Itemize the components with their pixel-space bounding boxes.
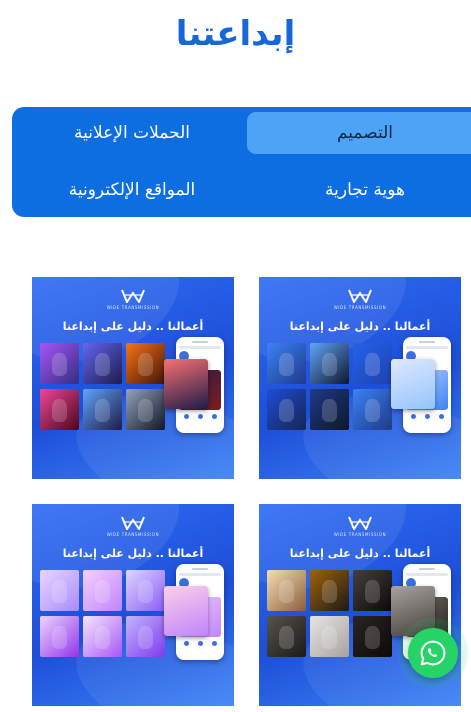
brand-logo: WIDE TRANSMISSION <box>259 289 461 310</box>
w-logo-icon <box>348 289 372 303</box>
brand-text: WIDE TRANSMISSION <box>106 532 160 537</box>
thumb <box>126 389 165 430</box>
brand-logo: WIDE TRANSMISSION <box>32 516 234 537</box>
thumb <box>40 570 79 611</box>
thumb <box>310 616 349 657</box>
thumb <box>267 343 306 384</box>
thumb <box>310 570 349 611</box>
card-headline: أعمالنا .. دليل على إبداعنا <box>289 320 431 333</box>
brand-logo: WIDE TRANSMISSION <box>32 289 234 310</box>
thumb <box>353 389 392 430</box>
thumb <box>267 616 306 657</box>
thumb <box>40 389 79 430</box>
category-tabs: التصميم الحملات الإعلانية هوية تجارية ال… <box>12 107 471 217</box>
thumb-grid <box>267 570 395 660</box>
thumb <box>310 343 349 384</box>
thumb <box>310 389 349 430</box>
tab-ad-campaigns[interactable]: الحملات الإعلانية <box>22 112 242 154</box>
thumb <box>126 616 165 657</box>
featured-post <box>164 359 208 409</box>
portfolio-card[interactable]: WIDE TRANSMISSION أعمالنا .. دليل على إب… <box>32 504 234 706</box>
tab-design[interactable]: التصميم <box>247 112 471 154</box>
thumb <box>83 389 122 430</box>
card-headline: أعمالنا .. دليل على إبداعنا <box>289 547 431 560</box>
card-headline: أعمالنا .. دليل على إبداعنا <box>62 320 204 333</box>
featured-post <box>391 359 435 409</box>
thumb <box>83 570 122 611</box>
w-logo-icon <box>121 289 145 303</box>
brand-text: WIDE TRANSMISSION <box>333 305 387 310</box>
tab-websites[interactable]: المواقع الإلكترونية <box>22 169 242 211</box>
tab-brand-identity[interactable]: هوية تجارية <box>247 169 471 211</box>
thumb <box>267 389 306 430</box>
thumb-grid <box>267 343 395 433</box>
brand-text: WIDE TRANSMISSION <box>333 532 387 537</box>
thumb <box>40 616 79 657</box>
portfolio-card[interactable]: WIDE TRANSMISSION أعمالنا .. دليل على إب… <box>259 277 461 479</box>
page-title: إبداعتنا <box>175 14 296 54</box>
thumb <box>267 570 306 611</box>
thumb <box>126 570 165 611</box>
thumb <box>353 616 392 657</box>
w-logo-icon <box>348 516 372 530</box>
thumb <box>83 343 122 384</box>
card-headline: أعمالنا .. دليل على إبداعنا <box>62 547 204 560</box>
thumb <box>353 343 392 384</box>
featured-post <box>164 586 208 636</box>
thumb-grid <box>40 570 168 660</box>
w-logo-icon <box>121 516 145 530</box>
thumb <box>40 343 79 384</box>
thumb <box>353 570 392 611</box>
portfolio-card[interactable]: WIDE TRANSMISSION أعمالنا .. دليل على إب… <box>32 277 234 479</box>
whatsapp-icon <box>420 640 446 666</box>
thumb-grid <box>40 343 168 433</box>
whatsapp-button[interactable] <box>408 628 458 678</box>
brand-text: WIDE TRANSMISSION <box>106 305 160 310</box>
thumb <box>126 343 165 384</box>
brand-logo: WIDE TRANSMISSION <box>259 516 461 537</box>
thumb <box>83 616 122 657</box>
